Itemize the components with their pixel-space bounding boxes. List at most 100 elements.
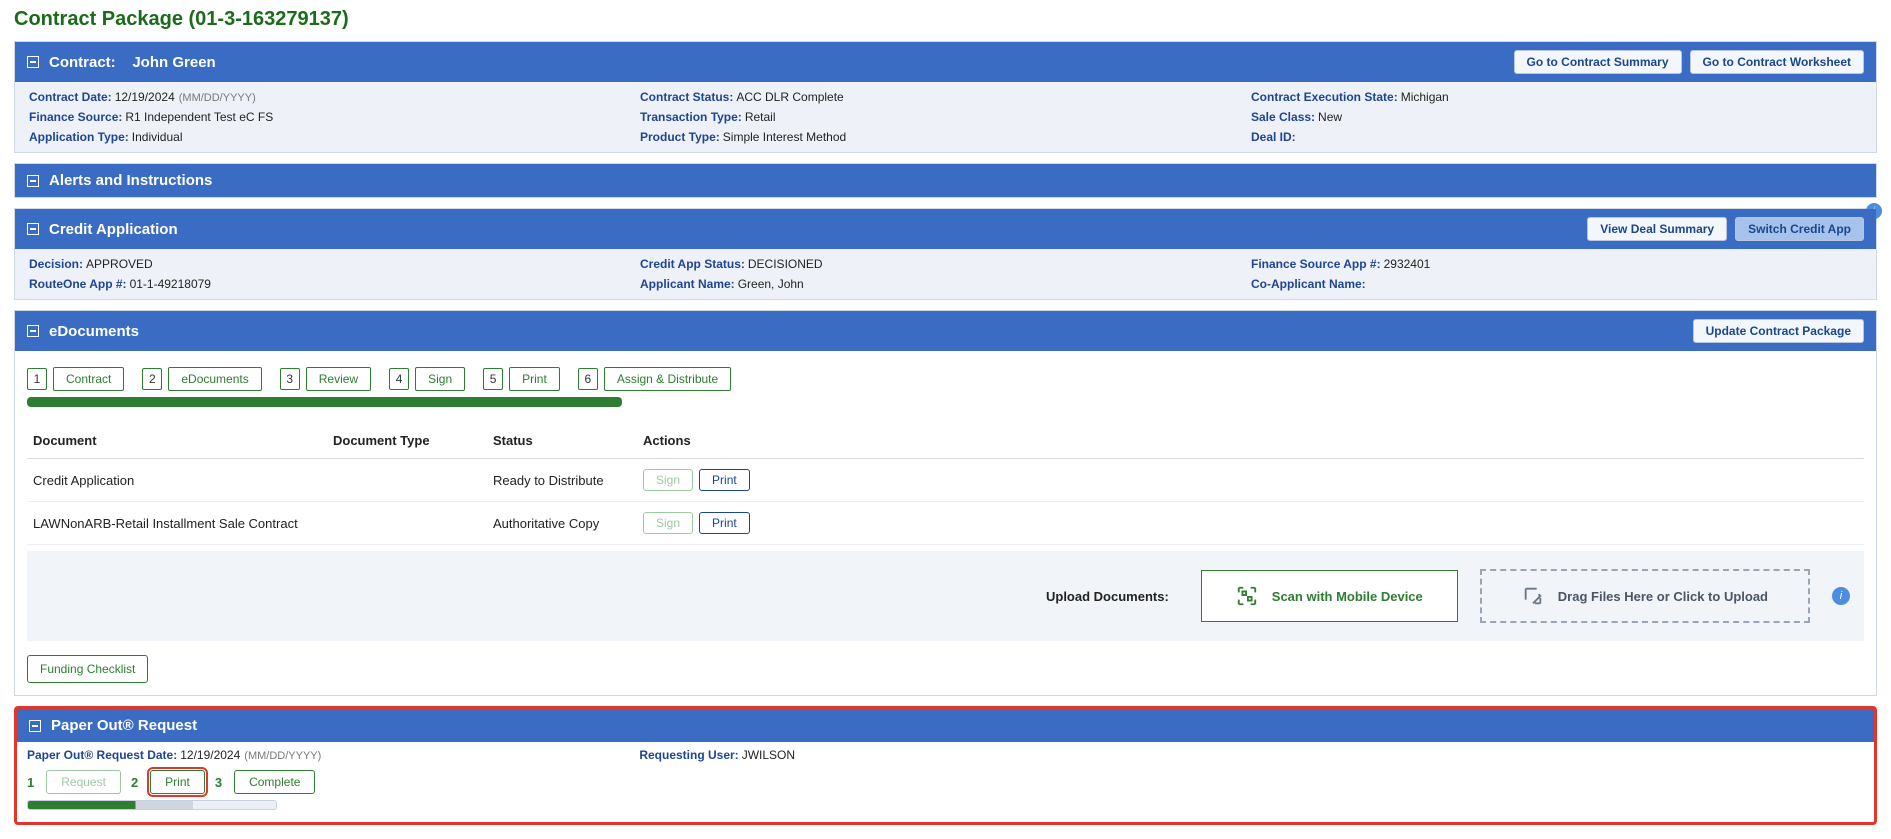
sign-button[interactable]: Sign [643,512,693,534]
collapse-icon[interactable] [27,325,39,337]
print-button[interactable]: Print [699,512,750,534]
collapse-icon[interactable] [27,56,39,68]
table-row: LAWNonARB-Retail Installment Sale Contra… [27,502,1864,545]
step-number: 3 [280,368,300,390]
step-number: 1 [27,368,47,390]
credit-app-panel: i Credit Application View Deal Summary S… [14,208,1877,300]
application-type-value: Individual [132,130,183,144]
doc-name: LAWNonARB-Retail Installment Sale Contra… [33,516,333,531]
paper-out-steps: 1 Request 2 Print 3 Complete [27,770,1864,794]
finance-source-value: R1 Independent Test eC FS [125,110,273,124]
step-review-button[interactable]: Review [306,367,371,391]
doc-name: Credit Application [33,473,333,488]
edocuments-title: eDocuments [49,323,139,340]
edocuments-panel-header: eDocuments Update Contract Package [15,311,1876,351]
co-applicant-name-label: Co-Applicant Name: [1251,277,1366,291]
credit-app-panel-header: Credit Application View Deal Summary Swi… [15,209,1876,249]
collapse-icon[interactable] [27,175,39,187]
contract-status-label: Contract Status: [640,90,733,104]
upload-documents-label: Upload Documents: [1046,589,1169,604]
edocuments-panel-body: 1Contract 2eDocuments 3Review 4Sign 5Pri… [15,351,1876,695]
step-sign-button[interactable]: Sign [415,367,465,391]
switch-credit-app-button[interactable]: Switch Credit App [1735,217,1864,241]
paper-out-highlight: Paper Out® Request Paper Out® Request Da… [14,706,1877,825]
funding-checklist-button[interactable]: Funding Checklist [27,655,148,683]
alerts-panel-header: Alerts and Instructions [15,164,1876,197]
contract-date-label: Contract Date: [29,90,112,104]
qr-scan-icon [1236,585,1258,607]
upload-arrow-icon [1522,585,1544,607]
contract-status-value: ACC DLR Complete [736,90,843,104]
credit-app-status-label: Credit App Status: [640,257,745,271]
routeone-app-label: RouteOne App #: [29,277,127,291]
step-number: 4 [389,368,409,390]
page-title: Contract Package (01-3-163279137) [14,8,1877,31]
credit-app-title: Credit Application [49,221,178,238]
doc-status: Authoritative Copy [493,516,643,531]
product-type-value: Simple Interest Method [723,130,846,144]
requesting-user-value: JWILSON [742,748,795,762]
drag-files-dropzone[interactable]: Drag Files Here or Click to Upload [1480,569,1810,623]
step-assign-distribute-button[interactable]: Assign & Distribute [604,367,731,391]
po-step-number: 2 [131,775,138,790]
collapse-icon[interactable] [29,720,41,732]
decision-value: APPROVED [86,257,153,271]
po-complete-button[interactable]: Complete [234,770,315,794]
collapse-icon[interactable] [27,223,39,235]
edoc-steps-row: 1Contract 2eDocuments 3Review 4Sign 5Pri… [27,367,1864,391]
po-request-button[interactable]: Request [46,770,121,794]
finance-source-app-value: 2932401 [1384,257,1431,271]
paper-out-date-label: Paper Out® Request Date: [27,748,177,762]
go-to-contract-summary-button[interactable]: Go to Contract Summary [1514,50,1682,74]
contract-panel-header: Contract: John Green Go to Contract Summ… [15,42,1876,82]
paper-out-panel-body: Paper Out® Request Date:12/19/2024(MM/DD… [17,742,1874,816]
go-to-contract-worksheet-button[interactable]: Go to Contract Worksheet [1690,50,1864,74]
update-contract-package-button[interactable]: Update Contract Package [1693,319,1864,343]
print-button[interactable]: Print [699,469,750,491]
edocuments-panel: eDocuments Update Contract Package 1 Cont… [14,310,1877,696]
sign-button[interactable]: Sign [643,469,693,491]
step-print-button[interactable]: Print [509,367,560,391]
view-deal-summary-button[interactable]: View Deal Summary [1587,217,1727,241]
col-actions: Actions [643,433,1858,448]
step-number: 6 [578,368,598,390]
contract-date-value: 12/19/2024 [115,90,175,104]
col-document: Document [33,433,333,448]
col-status: Status [493,433,643,448]
contract-date-hint: (MM/DD/YYYY) [179,92,256,104]
application-type-label: Application Type: [29,130,129,144]
sale-class-label: Sale Class: [1251,110,1315,124]
paper-out-progress-bar [27,800,277,810]
documents-table-header: Document Document Type Status Actions [27,423,1864,459]
paper-out-panel: Paper Out® Request Paper Out® Request Da… [17,709,1874,816]
paper-out-date-hint: (MM/DD/YYYY) [244,750,321,762]
po-print-button[interactable]: Print [150,770,205,794]
table-row: Credit Application Ready to Distribute S… [27,459,1864,502]
upload-documents-row: Upload Documents: Scan with Mobile Devic… [27,551,1864,641]
credit-app-status-value: DECISIONED [748,257,823,271]
contract-panel: Contract: John Green Go to Contract Summ… [14,41,1877,153]
decision-label: Decision: [29,257,83,271]
scan-with-mobile-button[interactable]: Scan with Mobile Device [1201,570,1458,622]
applicant-name-value: Green, John [738,277,804,291]
step-edocuments-button[interactable]: eDocuments [168,367,261,391]
transaction-type-value: Retail [745,110,776,124]
info-icon[interactable]: i [1832,587,1850,605]
doc-status: Ready to Distribute [493,473,643,488]
requesting-user-label: Requesting User: [639,748,738,762]
po-step-number: 1 [27,775,34,790]
col-document-type: Document Type [333,433,493,448]
alerts-title: Alerts and Instructions [49,172,212,189]
execution-state-value: Michigan [1401,90,1449,104]
paper-out-panel-header: Paper Out® Request [17,709,1874,742]
execution-state-label: Contract Execution State: [1251,90,1398,104]
applicant-name-label: Applicant Name: [640,277,735,291]
po-step-number: 3 [215,775,222,790]
alerts-panel: Alerts and Instructions [14,163,1877,198]
contract-title-name: John Green [132,54,215,71]
finance-source-label: Finance Source: [29,110,122,124]
deal-id-label: Deal ID: [1251,130,1296,144]
step-contract-button[interactable]: Contract [53,367,124,391]
product-type-label: Product Type: [640,130,720,144]
contract-panel-body: Contract Date:12/19/2024 (MM/DD/YYYY) Fin… [15,82,1876,152]
